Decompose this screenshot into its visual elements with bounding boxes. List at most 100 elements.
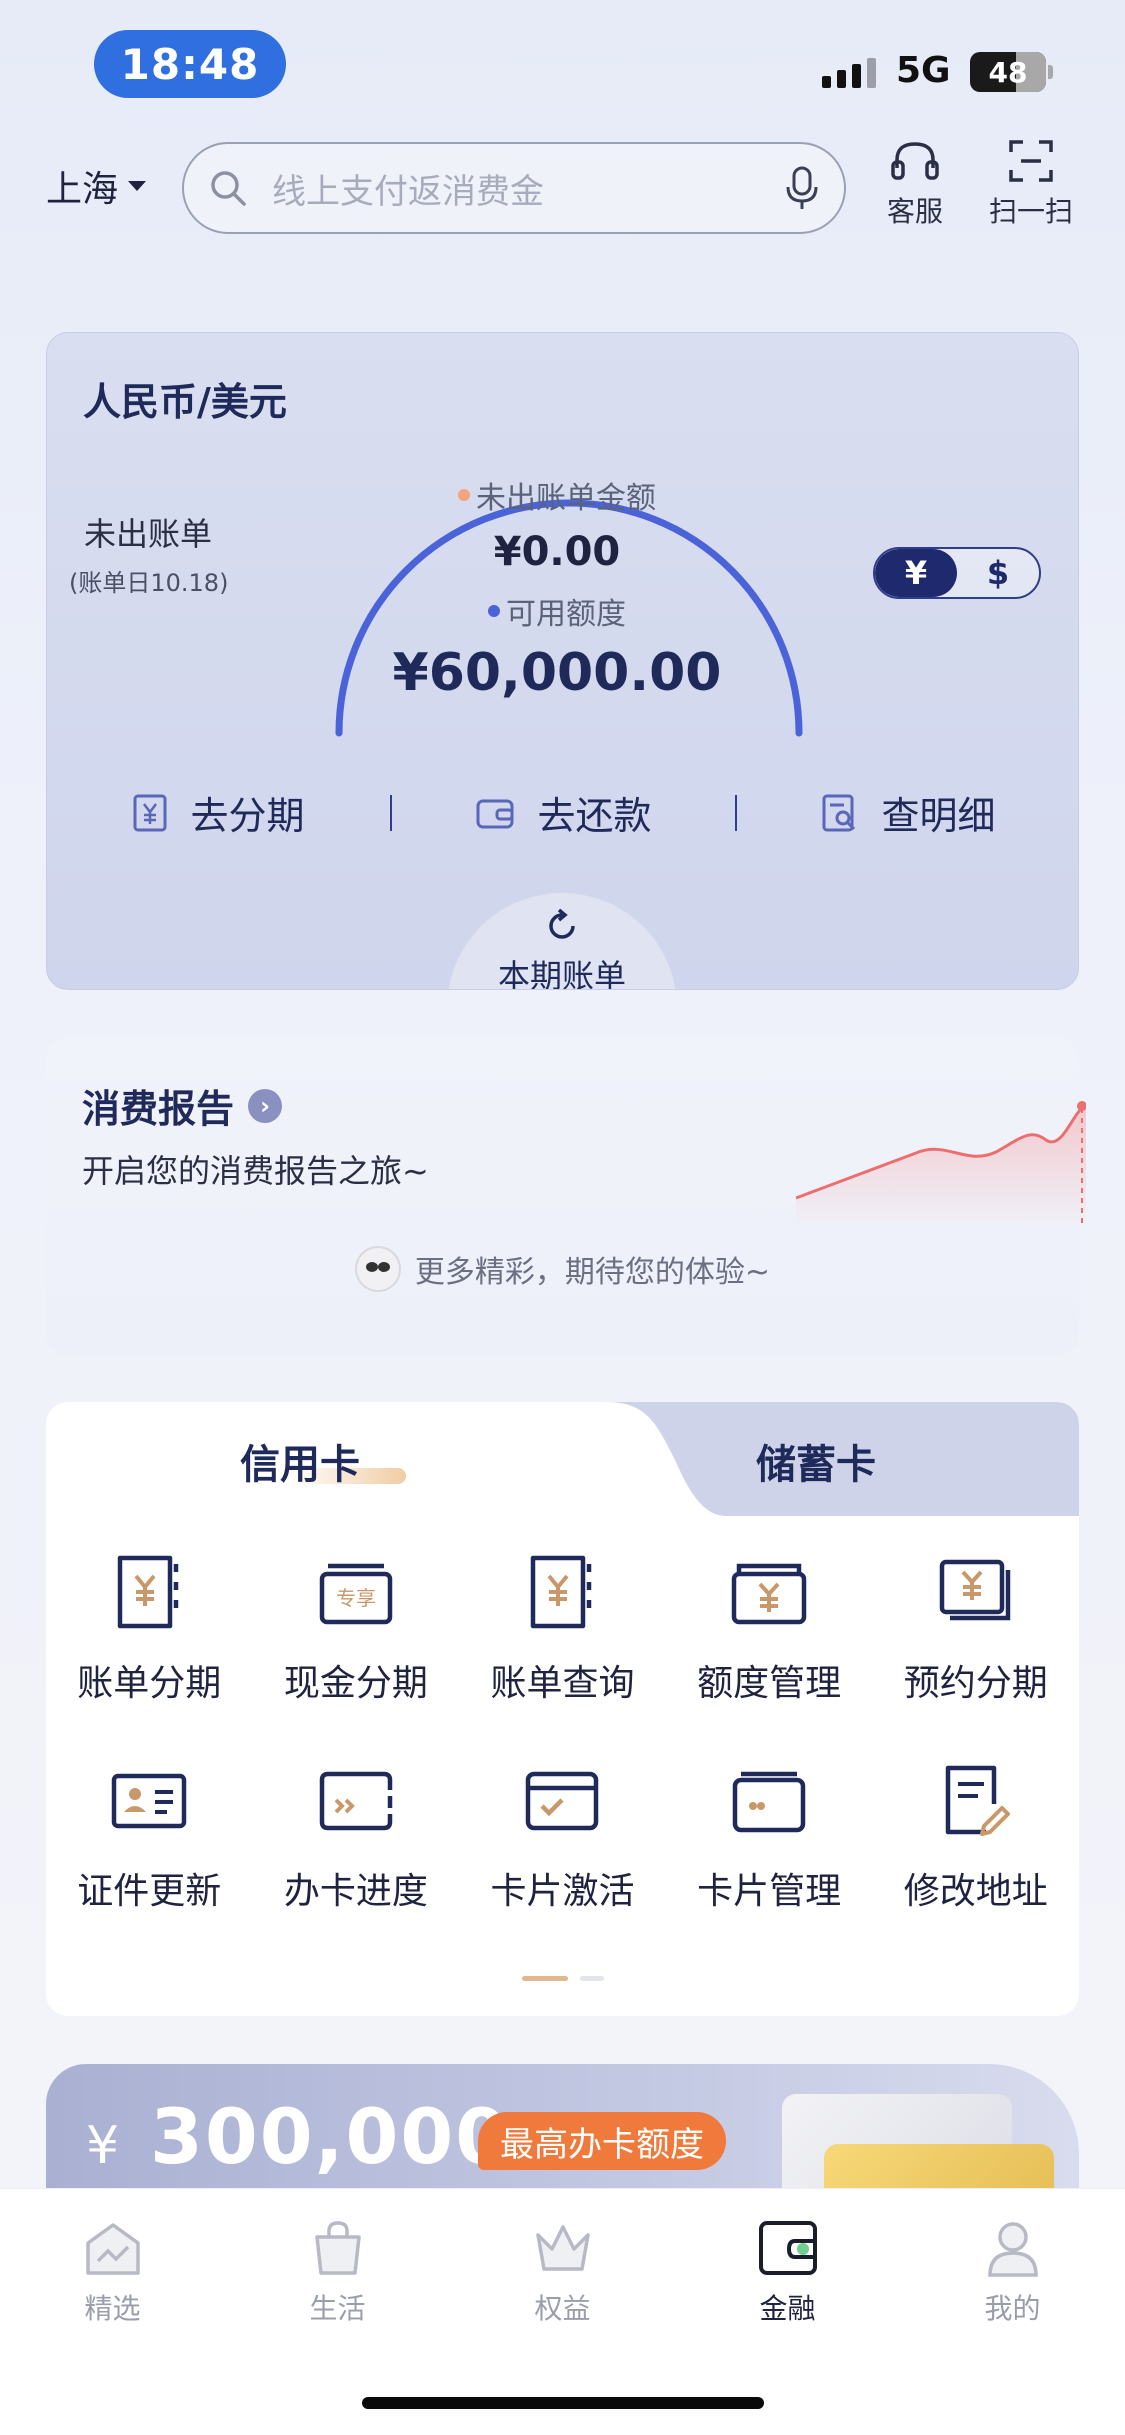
nav-label: 生活: [309, 2292, 366, 2325]
service-bill-query[interactable]: 账单查询: [459, 1552, 666, 1706]
nav-label: 精选: [84, 2292, 141, 2325]
scan-icon: [1009, 140, 1053, 182]
home-indicator[interactable]: [362, 2397, 764, 2409]
promo-badge: 最高办卡额度: [478, 2112, 726, 2170]
currency-usd-option[interactable]: $: [957, 549, 1039, 597]
card-type-tabs: 信用卡 储蓄卡: [46, 1402, 1079, 1516]
microphone-icon[interactable]: [784, 165, 820, 211]
page-dot: [580, 1976, 604, 1981]
tab-savings-card[interactable]: 储蓄卡: [756, 1432, 876, 1490]
installment-button[interactable]: 去分期: [47, 785, 390, 840]
promo-amount: 300,000: [150, 2092, 511, 2181]
service-label: 预约分期: [903, 1663, 1048, 1704]
scan-button[interactable]: 扫一扫: [976, 138, 1086, 230]
service-reserve-installment[interactable]: 预约分期: [872, 1552, 1079, 1706]
report-more: 更多精彩，期待您的体验~: [46, 1246, 1079, 1292]
card-progress-icon: [319, 1771, 393, 1831]
service-card-activate[interactable]: 卡片激活: [459, 1760, 666, 1914]
search-placeholder: 线上支付返消费金: [272, 171, 544, 212]
service-label: 现金分期: [283, 1663, 428, 1704]
detail-button[interactable]: 查明细: [737, 785, 1078, 840]
service-credit-limit[interactable]: 额度管理: [666, 1552, 873, 1706]
page-dot-active: [522, 1976, 568, 1981]
installment-yen-icon: [133, 794, 167, 831]
detail-search-icon: [822, 794, 856, 831]
reserve-installment-icon: [939, 1559, 1010, 1621]
currency-title: 人民币/美元: [83, 380, 287, 424]
credit-limit-icon: [731, 1563, 807, 1625]
currency-toggle[interactable]: ¥ $: [873, 547, 1041, 599]
cash-installment-icon: 专享: [319, 1563, 393, 1625]
caret-down-icon: [128, 181, 147, 191]
unbilled-label: 未出账单: [83, 515, 212, 553]
crown-icon: [535, 2225, 590, 2271]
nav-label: 金融: [759, 2292, 816, 2325]
tab-curve: [606, 1402, 726, 1516]
bill-date: (账单日10.18): [69, 569, 229, 597]
bill-query-icon: [531, 1555, 592, 1629]
id-card-icon: [112, 1773, 187, 1829]
repay-label: 去还款: [537, 794, 652, 838]
service-label: 账单查询: [490, 1663, 635, 1704]
network-type: 5G: [896, 50, 951, 91]
bill-actions: 去分期 去还款 查明细: [47, 785, 1078, 840]
nav-life[interactable]: 生活: [225, 2215, 450, 2327]
nav-profile[interactable]: 我的: [900, 2215, 1125, 2327]
customer-service-label: 客服: [886, 195, 943, 228]
spending-report-card[interactable]: 消费报告 › 开启您的消费报告之旅~ 更多精彩，期待您的体验~: [46, 1038, 1086, 1356]
nav-benefits[interactable]: 权益: [450, 2215, 675, 2327]
service-card-manage[interactable]: 卡片管理: [666, 1760, 873, 1914]
card-manage-icon: [732, 1771, 806, 1833]
bill-installment-icon: [118, 1555, 179, 1629]
nav-finance[interactable]: 金融: [675, 2215, 900, 2327]
installment-label: 去分期: [190, 794, 305, 838]
service-label: 证件更新: [77, 1871, 222, 1912]
city-selector[interactable]: 上海: [46, 160, 147, 212]
battery-level: 48: [988, 55, 1028, 89]
battery-icon: 48: [970, 52, 1046, 92]
customer-service-button[interactable]: 客服: [860, 138, 970, 230]
nav-featured[interactable]: 精选: [0, 2215, 225, 2327]
service-grid: 账单分期 专享 现金分期 账单查询 额度管理 预约分期 证件更新 办卡进度 卡片…: [46, 1552, 1079, 1914]
service-cash-installment[interactable]: 专享 现金分期: [253, 1552, 460, 1706]
gauge-values: 未出账单金额 ¥0.00 可用额度 ¥60,000.00: [337, 473, 777, 703]
promo-currency: ¥: [86, 2116, 120, 2176]
current-period-bill-tab[interactable]: 本期账单: [447, 893, 677, 990]
headset-icon: [891, 142, 939, 180]
service-label: 卡片管理: [697, 1871, 842, 1912]
status-time: 18:48: [94, 30, 286, 98]
credit-dot: [488, 605, 500, 617]
repay-button[interactable]: 去还款: [392, 785, 735, 840]
nav-label: 我的: [984, 2292, 1041, 2325]
chevron-right-icon: ›: [248, 1088, 283, 1123]
refresh-icon: [549, 908, 575, 939]
report-title-text: 消费报告: [82, 1087, 235, 1131]
life-bag-icon: [314, 2221, 361, 2275]
report-more-text: 更多精彩，期待您的体验~: [414, 1255, 771, 1290]
page-indicator: [522, 1976, 604, 1981]
currency-rmb-option[interactable]: ¥: [875, 549, 957, 597]
unbilled-section: 未出账单 (账单日10.18): [69, 509, 228, 598]
wallet-icon: [476, 799, 514, 828]
report-title[interactable]: 消费报告 ›: [82, 1078, 283, 1133]
tab-credit-card[interactable]: 信用卡: [240, 1432, 360, 1490]
trend-sparkline-icon: [795, 1101, 1086, 1228]
city-label: 上海: [46, 169, 119, 210]
service-edit-address[interactable]: 修改地址: [872, 1760, 1079, 1914]
service-bill-installment[interactable]: 账单分期: [46, 1552, 253, 1706]
card-services-panel: 信用卡 储蓄卡 账单分期 专享 现金分期 账单查询 额度管理 预约分期 证件更新…: [46, 1402, 1079, 2016]
nav-label: 权益: [534, 2292, 591, 2325]
unbilled-amount-label: 未出账单金额: [476, 481, 656, 516]
panda-avatar-icon: [354, 1246, 401, 1292]
card-activate-icon: [526, 1771, 599, 1831]
featured-icon: [85, 2223, 140, 2275]
service-label: 修改地址: [903, 1871, 1048, 1912]
service-id-update[interactable]: 证件更新: [46, 1760, 253, 1914]
current-period-label: 本期账单: [497, 957, 626, 990]
service-label: 卡片激活: [490, 1871, 635, 1912]
signal-icon: [822, 58, 876, 88]
service-label: 办卡进度: [283, 1871, 428, 1912]
service-card-progress[interactable]: 办卡进度: [253, 1760, 460, 1914]
unbilled-amount: ¥0.00: [493, 529, 621, 575]
search-bar[interactable]: 线上支付返消费金: [182, 142, 846, 234]
